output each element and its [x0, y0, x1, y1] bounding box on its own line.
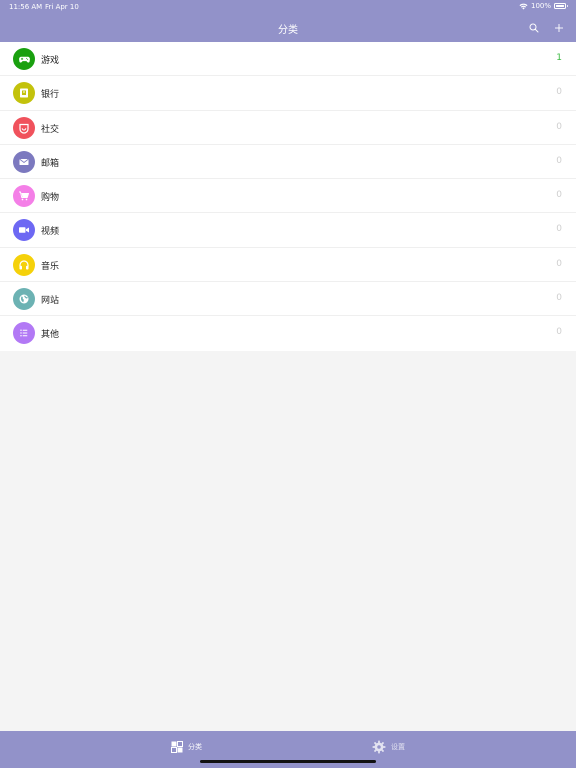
gear-icon [372, 740, 386, 754]
battery-percent: 100% [530, 2, 551, 10]
category-count: 0 [556, 155, 562, 166]
category-label: 银行 [41, 90, 60, 101]
header: 11:56 AM Fri Apr 10 100% 分类 [0, 0, 576, 42]
headphones-icon [19, 260, 29, 270]
category-row-video[interactable]: 视频 0 [0, 213, 576, 248]
category-count: 0 [556, 190, 562, 201]
category-icon-badge [13, 185, 35, 208]
category-label: 其他 [41, 330, 60, 341]
category-row-bank[interactable]: 银行 0 [0, 76, 576, 111]
category-label: 邮箱 [41, 158, 60, 169]
category-label: 网站 [41, 296, 60, 307]
category-row-social[interactable]: 社交 0 [0, 111, 576, 145]
plus-icon [555, 24, 563, 32]
status-time: 11:56 AM [9, 3, 43, 11]
category-row-other[interactable]: 其他 0 [0, 316, 576, 350]
category-label: 游戏 [41, 56, 60, 66]
add-button[interactable] [550, 19, 568, 37]
screen: 11:56 AM Fri Apr 10 100% 分类 游戏 1 银行 0 社交… [0, 0, 576, 768]
category-label: 视频 [41, 227, 60, 238]
tab-label: 设置 [391, 743, 405, 751]
status-right: 100% [519, 2, 568, 10]
category-icon-badge [13, 288, 35, 311]
category-count: 0 [556, 293, 562, 304]
category-row-games[interactable]: 游戏 1 [0, 42, 576, 77]
status-bar: 11:56 AM Fri Apr 10 100% [0, 0, 576, 14]
category-icon-badge [13, 322, 35, 345]
category-label: 购物 [41, 193, 60, 204]
cart-icon [19, 191, 29, 201]
category-list: 游戏 1 银行 0 社交 0 邮箱 0 购物 0 视频 0 音乐 0 网站 0 … [0, 42, 576, 351]
page-title: 分类 [278, 25, 298, 36]
battery-icon [554, 3, 568, 9]
tab-settings[interactable]: 设置 [372, 739, 405, 755]
category-row-shopping[interactable]: 购物 0 [0, 179, 576, 214]
tab-label: 分类 [188, 743, 202, 751]
wifi-icon [519, 3, 528, 9]
category-label: 社交 [41, 124, 60, 135]
list-icon [20, 329, 28, 337]
home-indicator[interactable] [200, 760, 376, 763]
bank-icon [20, 88, 28, 98]
tab-categories[interactable]: 分类 [171, 739, 202, 755]
category-icon-badge [13, 253, 35, 276]
category-count: 0 [556, 327, 562, 338]
category-count: 0 [556, 121, 562, 132]
category-icon-badge [13, 48, 35, 70]
social-icon [19, 123, 29, 134]
gamepad-icon [18, 56, 30, 63]
mail-icon [19, 158, 29, 165]
categories-icon [171, 741, 183, 753]
category-count: 0 [556, 87, 562, 98]
category-icon-badge [13, 82, 35, 105]
category-row-websites[interactable]: 网站 0 [0, 282, 576, 317]
category-icon-badge [13, 150, 35, 173]
category-icon-badge [13, 116, 35, 139]
search-button[interactable] [525, 19, 543, 37]
category-row-mail[interactable]: 邮箱 0 [0, 145, 576, 180]
status-date: Fri Apr 10 [45, 3, 79, 11]
video-icon [19, 227, 29, 234]
category-row-music[interactable]: 音乐 0 [0, 248, 576, 283]
category-count: 0 [556, 224, 562, 235]
category-count: 0 [556, 258, 562, 269]
category-count: 1 [556, 53, 562, 63]
search-icon [529, 23, 539, 33]
globe-icon [19, 294, 29, 304]
category-label: 音乐 [41, 261, 60, 272]
category-icon-badge [13, 219, 35, 242]
